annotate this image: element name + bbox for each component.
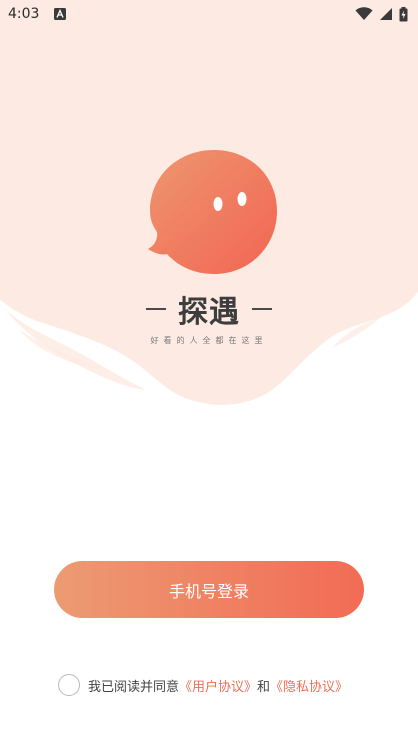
status-bar: 4:03 [0, 0, 418, 30]
battery-charging-icon [399, 6, 408, 21]
brand-slogan: 好看的人全都在这里 [150, 336, 268, 345]
agreement-row: 我已阅读并同意 《用户协议》 和 《隐私协议》 [58, 672, 348, 698]
phone-login-button[interactable]: 手机号登录 [54, 561, 364, 618]
header-background [0, 0, 418, 405]
status-time: 4:03 [8, 6, 40, 22]
brand-left-dash [146, 308, 166, 310]
brand-title: 探遇 [178, 295, 240, 330]
wifi-icon [355, 7, 373, 20]
user-agreement-link[interactable]: 《用户协议》 [179, 676, 257, 695]
signal-icon [380, 8, 392, 20]
agreement-prefix: 我已阅读并同意 [88, 679, 180, 695]
agreement-checkbox[interactable] [58, 674, 80, 696]
app-logo-icon [148, 150, 277, 274]
notification-a-icon [54, 8, 66, 20]
brand-right-dash [252, 308, 272, 310]
brand-block: 探遇 好看的人全都在这里 [0, 287, 418, 346]
privacy-agreement-link[interactable]: 《隐私协议》 [270, 676, 348, 695]
status-icons [355, 6, 408, 22]
agreement-conjunction: 和 [257, 679, 271, 695]
